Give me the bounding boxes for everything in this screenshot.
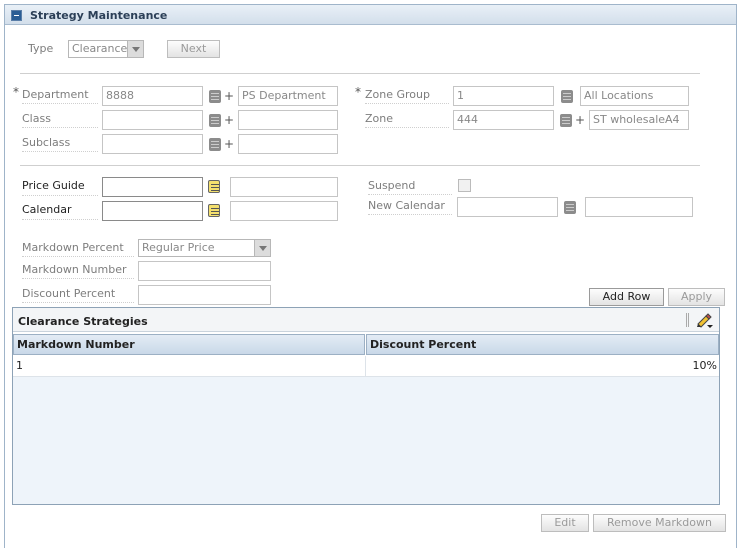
- col-markdown-number[interactable]: Markdown Number: [13, 334, 365, 355]
- calendar-label: Calendar: [22, 203, 98, 220]
- divider-2: [20, 165, 700, 166]
- clearance-strategies-table: Clearance Strategies Markdown Number Dis…: [12, 307, 720, 505]
- class-plus: +: [224, 113, 235, 127]
- type-label: Type: [28, 42, 54, 55]
- apply-button[interactable]: Apply: [668, 288, 725, 306]
- class-field[interactable]: [102, 110, 203, 130]
- table-header: Clearance Strategies: [13, 308, 719, 332]
- suspend-label: Suspend: [368, 179, 452, 195]
- markdown-percent-select[interactable]: Regular Price: [138, 239, 271, 257]
- markdown-percent-value: Regular Price: [142, 241, 215, 254]
- zone-group-field[interactable]: 1: [453, 86, 554, 106]
- department-label: Department: [22, 88, 98, 104]
- zone-plus: +: [575, 113, 586, 127]
- chevron-down-icon[interactable]: [127, 41, 143, 57]
- price-guide-desc-field[interactable]: [230, 177, 338, 197]
- divider-1: [20, 73, 700, 74]
- calendar-lov-icon[interactable]: [208, 204, 220, 217]
- edit-button[interactable]: Edit: [541, 514, 589, 532]
- calendar-field[interactable]: [102, 201, 203, 221]
- next-button[interactable]: Next: [167, 40, 220, 58]
- zone-group-lov-icon[interactable]: [561, 90, 573, 103]
- type-select[interactable]: Clearance: [68, 40, 144, 58]
- cell-discount-percent: 10%: [692, 359, 717, 372]
- markdown-percent-label: Markdown Percent: [22, 241, 134, 257]
- subclass-label: Subclass: [22, 136, 98, 152]
- zone-group-required-mark: *: [355, 85, 361, 99]
- add-row-button[interactable]: Add Row: [589, 288, 664, 306]
- department-required-mark: *: [13, 85, 19, 99]
- subclass-lov-icon[interactable]: [209, 138, 221, 151]
- discount-percent-field[interactable]: [138, 285, 271, 305]
- remove-markdown-button[interactable]: Remove Markdown: [593, 514, 726, 532]
- zone-group-desc-field[interactable]: All Locations: [580, 86, 689, 106]
- markdown-number-label: Markdown Number: [22, 263, 134, 279]
- new-calendar-field[interactable]: [457, 197, 558, 217]
- department-field[interactable]: 8888: [102, 86, 203, 106]
- cell-divider: [365, 356, 366, 376]
- calendar-desc-field[interactable]: [230, 201, 338, 221]
- new-calendar-lov-icon[interactable]: [564, 201, 576, 214]
- price-guide-field[interactable]: [102, 177, 203, 197]
- zone-desc-field[interactable]: ST wholesaleA4: [589, 110, 689, 130]
- toolbar-separator: [686, 313, 689, 327]
- subclass-field[interactable]: [102, 134, 203, 154]
- zone-lov-icon[interactable]: [560, 114, 572, 127]
- table-body: [13, 356, 719, 504]
- cell-markdown-number: 1: [16, 359, 23, 372]
- markdown-number-field[interactable]: [138, 261, 271, 281]
- zone-label: Zone: [365, 112, 449, 128]
- price-guide-label: Price Guide: [22, 179, 98, 196]
- zone-field[interactable]: 444: [453, 110, 554, 130]
- panel-header: Strategy Maintenance: [5, 5, 736, 25]
- zone-group-label: Zone Group: [365, 88, 449, 104]
- suspend-checkbox[interactable]: [458, 179, 471, 192]
- table-title: Clearance Strategies: [18, 315, 148, 328]
- class-lov-icon[interactable]: [209, 114, 221, 127]
- class-label: Class: [22, 112, 98, 128]
- col-discount-percent[interactable]: Discount Percent: [366, 334, 719, 355]
- discount-percent-label: Discount Percent: [22, 287, 134, 303]
- new-calendar-desc-field[interactable]: [585, 197, 693, 217]
- chevron-down-icon[interactable]: [254, 240, 270, 256]
- type-value: Clearance: [72, 42, 128, 55]
- department-plus: +: [224, 89, 235, 103]
- class-desc-field[interactable]: [238, 110, 338, 130]
- collapse-icon[interactable]: [11, 10, 22, 21]
- subclass-desc-field[interactable]: [238, 134, 338, 154]
- new-calendar-label: New Calendar: [368, 199, 452, 215]
- pencil-icon[interactable]: [695, 312, 713, 328]
- subclass-plus: +: [224, 137, 235, 151]
- department-desc-field[interactable]: PS Department: [238, 86, 338, 106]
- price-guide-lov-icon[interactable]: [208, 180, 220, 193]
- table-row[interactable]: 1 10%: [13, 356, 719, 377]
- department-lov-icon[interactable]: [209, 90, 221, 103]
- panel-title: Strategy Maintenance: [30, 9, 168, 22]
